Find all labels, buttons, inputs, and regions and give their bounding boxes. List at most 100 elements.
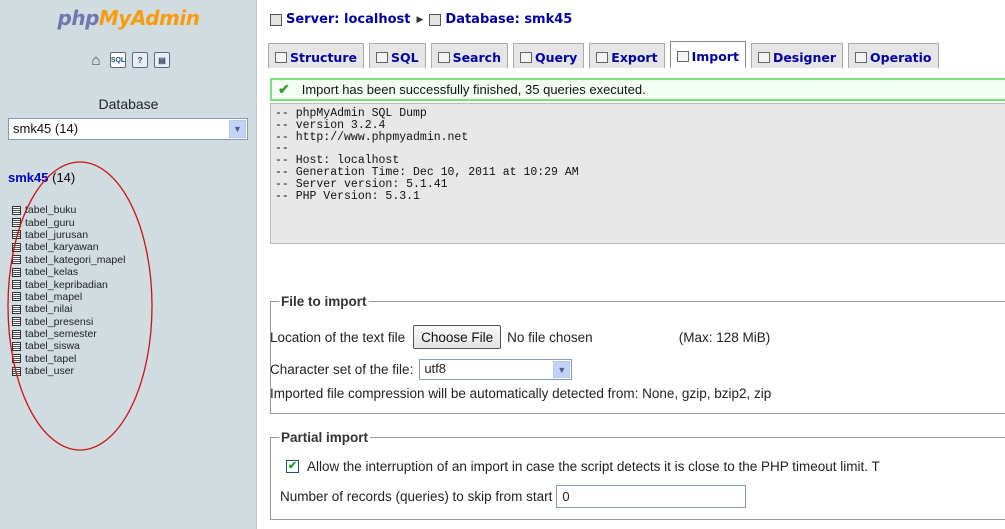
breadcrumb-database[interactable]: Database: smk45: [445, 12, 572, 27]
table-item[interactable]: tabel_mapel: [12, 291, 125, 303]
table-name: tabel_kelas: [25, 266, 79, 279]
table-item[interactable]: tabel_presensi: [12, 316, 125, 328]
skip-records-input[interactable]: 0: [556, 485, 747, 508]
table-name: tabel_jurusan: [25, 228, 89, 241]
success-message: ✔ Import has been successfully finished,…: [270, 78, 1005, 101]
tab-import[interactable]: Import: [669, 41, 746, 68]
no-file-chosen-text: No file chosen: [507, 329, 593, 345]
table-item[interactable]: tabel_nilai: [12, 303, 125, 315]
allow-interrupt-label[interactable]: Allow the interruption of an import in c…: [307, 459, 880, 474]
export-icon: [596, 52, 609, 63]
table-item[interactable]: tabel_tapel: [12, 353, 125, 365]
table-item[interactable]: tabel_kepribadian: [12, 278, 125, 291]
table-icon[interactable]: [12, 354, 21, 364]
charset-select[interactable]: utf8 ▼: [419, 359, 573, 380]
table-icon[interactable]: [12, 242, 21, 252]
tab-search[interactable]: Search: [430, 43, 508, 68]
docs-icon[interactable]: ?: [132, 52, 148, 68]
table-icon[interactable]: [12, 280, 21, 290]
operations-icon: [855, 52, 868, 63]
table-item[interactable]: tabel_buku: [12, 204, 125, 216]
charset-value: utf8: [424, 361, 447, 376]
chevron-down-icon[interactable]: ▼: [229, 120, 246, 138]
compression-note: Imported file compression will be automa…: [270, 386, 772, 401]
navigation-frame: phpMyAdmin ⌂ SQL ? ▤ Database smk45 (14)…: [0, 0, 257, 529]
tab-bar: Structure SQL Search Query Export Import…: [268, 41, 939, 68]
tab-export[interactable]: Export: [589, 43, 665, 68]
table-name: tabel_mapel: [25, 290, 83, 303]
database-table-count: (14): [52, 170, 76, 185]
sql-docs-icon[interactable]: ▤: [154, 52, 170, 68]
allow-interrupt-row: ✔ Allow the interruption of an import in…: [286, 459, 880, 474]
table-name: tabel_nilai: [25, 303, 73, 316]
sql-line: -- Server version: 5.1.41: [275, 177, 448, 191]
table-item[interactable]: tabel_siswa: [12, 340, 125, 352]
tab-designer[interactable]: Designer: [750, 43, 844, 68]
table-item[interactable]: tabel_semester: [12, 328, 125, 340]
table-name: tabel_guru: [25, 216, 75, 229]
table-icon[interactable]: [12, 304, 21, 314]
table-item[interactable]: tabel_user: [12, 365, 125, 377]
table-name: tabel_user: [25, 365, 75, 378]
sql-icon: [375, 52, 388, 63]
logo-myadmin: MyAdmin: [98, 6, 200, 30]
max-size-text: (Max: 128 MiB): [678, 329, 771, 345]
file-to-import-legend: File to import: [281, 294, 367, 309]
database-label: Database: [98, 96, 159, 112]
sql-line: -- Generation Time: Dec 10, 2011 at 10:2…: [275, 165, 579, 179]
table-item[interactable]: tabel_guru: [12, 216, 125, 229]
table-item[interactable]: tabel_karyawan: [12, 241, 125, 253]
tab-label: SQL: [390, 50, 419, 65]
table-icon[interactable]: [12, 366, 21, 376]
main-frame: Server: localhost ▶ Database: smk45 Stru…: [258, 0, 1005, 529]
skip-records-row: Number of records (queries) to skip from…: [280, 485, 747, 508]
tab-query[interactable]: Query: [512, 43, 585, 68]
tab-operations[interactable]: Operatio: [848, 43, 939, 68]
tab-label: Operatio: [870, 50, 932, 65]
table-item[interactable]: tabel_kategori_mapel: [12, 254, 125, 266]
table-name: tabel_kepribadian: [25, 278, 108, 291]
tab-label: Export: [611, 50, 658, 65]
sql-line: -- http://www.phpmyadmin.net: [275, 130, 469, 144]
sql-dump-output: -- phpMyAdmin SQL Dump -- version 3.2.4 …: [270, 103, 1005, 244]
table-icon[interactable]: [12, 267, 21, 277]
table-name: tabel_presensi: [25, 315, 94, 328]
table-name: tabel_siswa: [25, 340, 80, 353]
file-location-row: Location of the text file Choose File No…: [270, 325, 770, 349]
database-select[interactable]: smk45 (14) ▼: [8, 118, 248, 140]
file-location-label: Location of the text file: [270, 329, 406, 345]
table-icon[interactable]: [12, 329, 21, 339]
home-icon[interactable]: ⌂: [88, 52, 104, 69]
phpmyadmin-logo[interactable]: phpMyAdmin: [0, 6, 257, 30]
tab-sql[interactable]: SQL: [368, 43, 426, 68]
server-icon: [270, 13, 282, 26]
tab-label: Query: [534, 50, 578, 65]
sql-query-icon[interactable]: SQL: [110, 52, 126, 68]
tab-structure[interactable]: Structure: [268, 43, 364, 68]
table-icon[interactable]: [12, 292, 21, 302]
table-name: tabel_kategori_mapel: [25, 253, 126, 266]
table-icon[interactable]: [12, 230, 21, 240]
tab-label: Designer: [772, 50, 837, 65]
breadcrumb-server[interactable]: Server: localhost: [286, 12, 410, 27]
allow-interrupt-checkbox[interactable]: ✔: [286, 460, 299, 473]
table-list: tabel_buku tabel_guru tabel_jurusan tabe…: [12, 204, 125, 377]
tab-label: Structure: [290, 50, 357, 65]
logo-php: php: [57, 6, 100, 30]
partial-import-legend: Partial import: [281, 430, 369, 445]
chevron-down-icon[interactable]: ▼: [553, 361, 571, 378]
table-item[interactable]: tabel_kelas: [12, 266, 125, 278]
designer-icon: [757, 52, 770, 63]
table-item[interactable]: tabel_jurusan: [12, 229, 125, 241]
database-link[interactable]: smk45: [8, 170, 48, 185]
table-icon[interactable]: [12, 317, 21, 327]
choose-file-button[interactable]: Choose File: [413, 325, 502, 349]
search-icon: [437, 52, 450, 63]
tab-label: Import: [691, 48, 739, 64]
table-icon[interactable]: [12, 218, 21, 228]
table-icon[interactable]: [12, 255, 21, 265]
table-icon[interactable]: [12, 341, 21, 351]
table-icon[interactable]: [12, 205, 21, 215]
checkmark-icon: ✔: [278, 81, 290, 97]
skip-records-label: Number of records (queries) to skip from…: [280, 489, 553, 504]
